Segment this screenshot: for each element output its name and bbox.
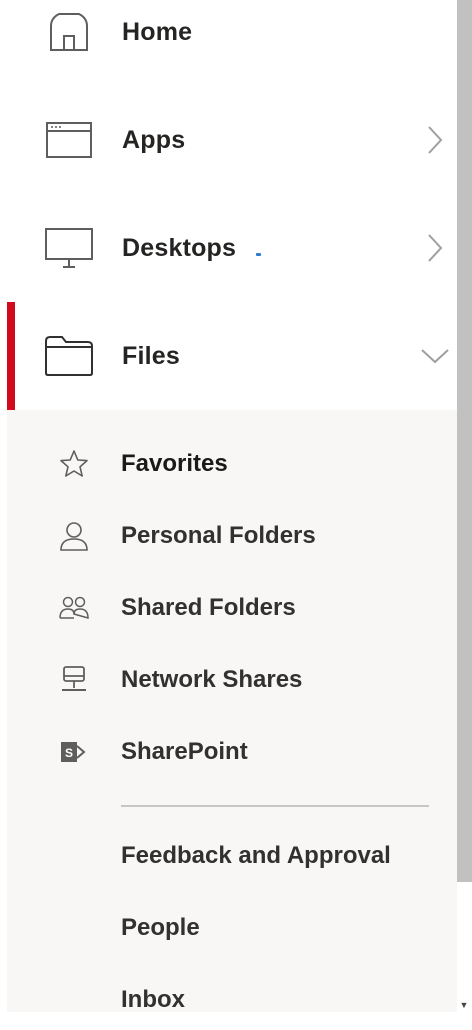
nav-item-label: Desktops bbox=[122, 233, 237, 262]
submenu-item-feedback-and-approval[interactable]: Feedback and Approval bbox=[7, 826, 457, 886]
nav-item-desktops[interactable]: Desktops bbox=[0, 194, 457, 302]
svg-text:S: S bbox=[65, 746, 73, 760]
active-indicator bbox=[7, 302, 15, 410]
submenu-item-label: Personal Folders bbox=[121, 522, 316, 549]
folder-icon bbox=[44, 331, 94, 381]
scrollbar-thumb[interactable] bbox=[457, 0, 472, 882]
submenu-item-inbox[interactable]: Inbox bbox=[7, 970, 457, 1030]
submenu-item-label: Shared Folders bbox=[121, 594, 296, 621]
submenu-item-label: SharePoint bbox=[121, 738, 248, 765]
submenu-item-label: Network Shares bbox=[121, 666, 303, 693]
nav-item-apps[interactable]: Apps bbox=[0, 86, 457, 194]
network-drive-icon bbox=[57, 663, 91, 697]
chevron-right-icon bbox=[420, 125, 450, 155]
sharepoint-icon: S bbox=[57, 735, 91, 769]
star-icon bbox=[57, 447, 91, 481]
home-icon bbox=[44, 7, 94, 57]
nav-item-label: Files bbox=[122, 341, 180, 370]
scroll-down-arrow-icon[interactable]: ▼ bbox=[459, 1000, 469, 1010]
submenu-item-sharepoint[interactable]: S SharePoint bbox=[7, 722, 457, 782]
monitor-icon bbox=[44, 223, 94, 273]
sidebar-nav: Home Apps Desktops Files Favorites Perso… bbox=[0, 0, 457, 1013]
app-window-icon bbox=[44, 115, 94, 165]
submenu-divider bbox=[121, 805, 429, 807]
stray-mark bbox=[256, 253, 261, 256]
submenu-item-label: Inbox bbox=[121, 986, 185, 1013]
submenu-item-shared-folders[interactable]: Shared Folders bbox=[7, 578, 457, 638]
chevron-down-icon bbox=[420, 341, 450, 371]
submenu-item-personal-folders[interactable]: Personal Folders bbox=[7, 506, 457, 566]
nav-item-label: Home bbox=[122, 17, 193, 46]
submenu-item-people[interactable]: People bbox=[7, 898, 457, 958]
nav-item-home[interactable]: Home bbox=[0, 0, 457, 86]
submenu-item-network-shares[interactable]: Network Shares bbox=[7, 650, 457, 710]
submenu-item-label: Feedback and Approval bbox=[121, 842, 391, 869]
person-icon bbox=[57, 519, 91, 553]
nav-item-files[interactable]: Files bbox=[0, 302, 457, 410]
people-icon bbox=[57, 591, 91, 625]
submenu-item-label: Favorites bbox=[121, 450, 228, 477]
submenu-item-label: People bbox=[121, 914, 200, 941]
files-submenu: Favorites Personal Folders Shared Folder… bbox=[7, 410, 457, 1013]
submenu-item-favorites[interactable]: Favorites bbox=[7, 434, 457, 494]
nav-item-label: Apps bbox=[122, 125, 186, 154]
chevron-right-icon bbox=[420, 233, 450, 263]
